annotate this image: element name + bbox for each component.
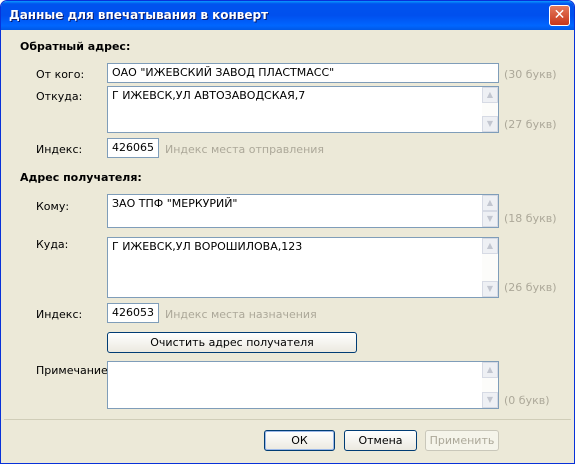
where-from-label: Откуда: (36, 90, 83, 103)
sender-index-label: Индекс: (36, 143, 83, 156)
dialog-content: Обратный адрес: От кого: ОАО "ИЖЕВСКИЙ З… (4, 30, 571, 462)
sender-index-hint: Индекс места отправления (165, 143, 325, 156)
where-to-textarea[interactable]: Г ИЖЕВСК,УЛ ВОРОШИЛОВА,123 ▲ ▼ (107, 237, 499, 298)
recipient-index-input[interactable]: 426053 (107, 303, 159, 323)
where-to-value: Г ИЖЕВСК,УЛ ВОРОШИЛОВА,123 (112, 240, 303, 253)
ok-button[interactable]: ОК (264, 430, 335, 451)
recipient-index-value: 426053 (112, 306, 154, 319)
clear-recipient-label: Очистить адрес получателя (150, 336, 314, 349)
to-value: ЗАО ТПФ "МЕРКУРИЙ" (112, 197, 238, 210)
where-to-char-count: (26 букв) (504, 281, 557, 294)
ok-label: ОК (291, 434, 308, 447)
title-bar[interactable]: Данные для впечатывания в конверт ✕ (1, 1, 574, 30)
scroll-up-icon[interactable]: ▲ (482, 195, 498, 211)
from-char-count: (30 букв) (504, 68, 557, 81)
scroll-down-icon[interactable]: ▼ (482, 281, 498, 297)
apply-button[interactable]: Применить (425, 430, 499, 451)
where-to-scrollbar[interactable]: ▲ ▼ (482, 238, 498, 297)
scroll-up-icon[interactable]: ▲ (482, 238, 498, 254)
from-input[interactable]: ОАО "ИЖЕВСКИЙ ЗАВОД ПЛАСТМАСС" (107, 63, 499, 83)
to-label: Кому: (36, 200, 70, 213)
note-char-count: (0 букв) (504, 394, 550, 407)
recipient-index-label: Индекс: (36, 308, 83, 321)
apply-label: Применить (429, 434, 495, 447)
where-from-value: Г ИЖЕВСК,УЛ АВТОЗАВОДСКАЯ,7 (112, 89, 306, 102)
close-icon: ✕ (553, 7, 566, 23)
note-label: Примечание: (36, 364, 112, 377)
footer-divider (4, 419, 571, 420)
to-scrollbar[interactable]: ▲ ▼ (482, 195, 498, 227)
recipient-section-title: Адрес получателя: (20, 171, 142, 184)
cancel-button[interactable]: Отмена (344, 430, 417, 451)
sender-section-title: Обратный адрес: (20, 40, 131, 53)
scroll-down-icon[interactable]: ▼ (482, 392, 498, 408)
clear-recipient-button[interactable]: Очистить адрес получателя (107, 332, 357, 353)
where-to-label: Куда: (36, 238, 69, 251)
scroll-down-icon[interactable]: ▼ (482, 116, 498, 132)
window-title: Данные для впечатывания в конверт (9, 8, 269, 22)
scroll-up-icon[interactable]: ▲ (482, 87, 498, 103)
note-scrollbar[interactable]: ▲ ▼ (482, 362, 498, 408)
sender-index-input[interactable]: 426065 (107, 138, 159, 158)
where-from-char-count: (27 букв) (504, 118, 557, 131)
cancel-label: Отмена (358, 434, 403, 447)
where-from-scrollbar[interactable]: ▲ ▼ (482, 87, 498, 132)
dialog-window: Данные для впечатывания в конверт ✕ Обра… (0, 0, 575, 464)
from-label: От кого: (36, 68, 85, 81)
from-input-value: ОАО "ИЖЕВСКИЙ ЗАВОД ПЛАСТМАСС" (112, 66, 335, 79)
close-button[interactable]: ✕ (549, 5, 570, 26)
where-from-textarea[interactable]: Г ИЖЕВСК,УЛ АВТОЗАВОДСКАЯ,7 ▲ ▼ (107, 86, 499, 133)
recipient-index-hint: Индекс места назначения (165, 308, 317, 321)
note-textarea[interactable]: ▲ ▼ (107, 361, 499, 409)
to-char-count: (18 букв) (504, 212, 557, 225)
sender-index-value: 426065 (112, 141, 154, 154)
scroll-down-icon[interactable]: ▼ (482, 211, 498, 227)
scroll-up-icon[interactable]: ▲ (482, 362, 498, 378)
to-textarea[interactable]: ЗАО ТПФ "МЕРКУРИЙ" ▲ ▼ (107, 194, 499, 228)
